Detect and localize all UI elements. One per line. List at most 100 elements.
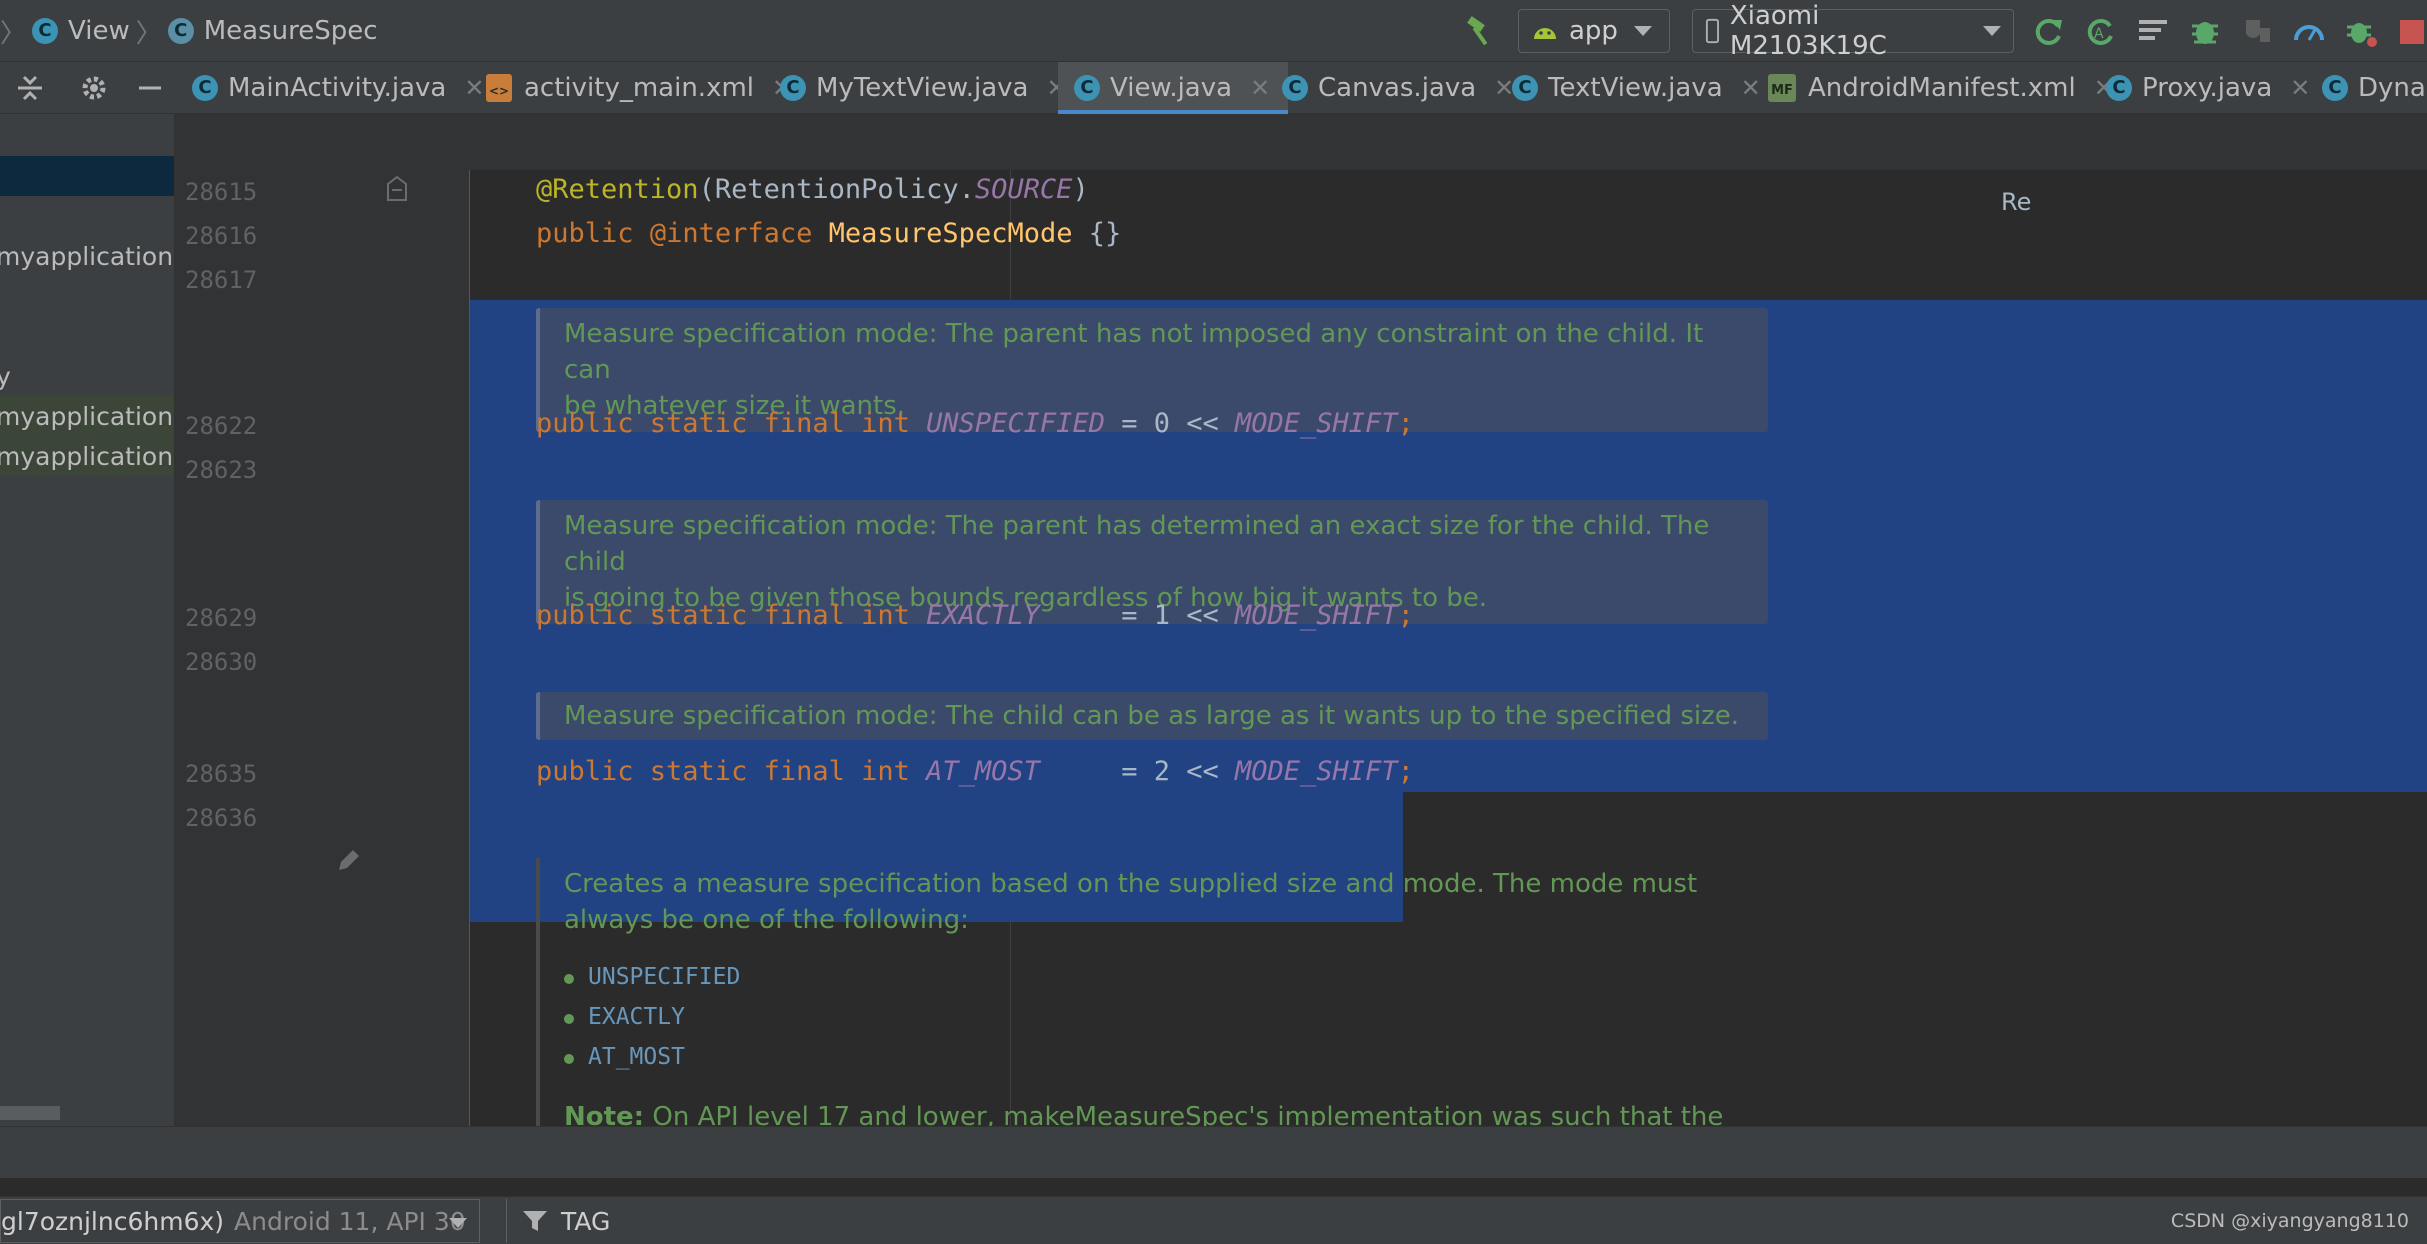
- tab-androidmanifest[interactable]: MF AndroidManifest.xml ✕: [1752, 62, 2134, 114]
- profiler-icon[interactable]: [2292, 14, 2326, 48]
- editor-tab-bar: C MainActivity.java ✕ <> activity_main.x…: [0, 62, 2427, 114]
- chevron-down-icon: [1633, 26, 1652, 36]
- run-config-select[interactable]: app: [1518, 9, 1670, 53]
- debug-restart-icon[interactable]: [2344, 14, 2378, 48]
- tab-label: Dynar: [2358, 73, 2427, 103]
- xml-file-icon: <>: [486, 74, 512, 102]
- code-line-atmost: public static final int AT_MOST = 2 << M…: [536, 756, 1414, 787]
- project-panel: myapplication y myapplication(a myapplic…: [0, 114, 175, 1126]
- bullet-item: UNSPECIFIED: [588, 964, 741, 990]
- bullet-dot: [564, 974, 574, 984]
- tab-canvas[interactable]: C Canvas.java ✕: [1266, 62, 1534, 114]
- gear-icon[interactable]: [80, 74, 108, 102]
- breadcrumb-view[interactable]: View: [68, 16, 130, 46]
- device-select[interactable]: Xiaomi M2103K19C: [1692, 1, 2014, 61]
- class-icon: C: [2106, 75, 2132, 101]
- tab-textview[interactable]: C TextView.java ✕: [1496, 62, 1781, 114]
- breadcrumb: 〉 C View 〉 C MeasureSpec: [0, 0, 378, 62]
- bullet-dot: [564, 1054, 574, 1064]
- minimize-icon[interactable]: [136, 74, 164, 102]
- tab-label: activity_main.xml: [524, 73, 755, 103]
- tab-proxy[interactable]: C Proxy.java ✕: [2090, 62, 2330, 114]
- line-number: 28630: [185, 648, 258, 676]
- line-number: 28617: [185, 266, 258, 294]
- bullet-item: EXACTLY: [588, 1004, 685, 1030]
- selected-row[interactable]: [0, 156, 174, 196]
- class-icon: C: [32, 18, 59, 44]
- line-number: 28615: [185, 178, 258, 206]
- tab-label: TextView.java: [1548, 73, 1723, 103]
- code-line-retention: @Retention(RetentionPolicy.SOURCE): [536, 174, 1089, 205]
- line-number: 28635: [185, 760, 258, 788]
- project-item[interactable]: myapplication(t: [0, 436, 174, 476]
- build-hammer-icon[interactable]: [1462, 14, 1496, 48]
- tab-label: MyTextView.java: [816, 73, 1029, 103]
- device-label: Xiaomi M2103K19C: [1729, 1, 1887, 61]
- class-icon: C: [192, 75, 218, 101]
- chevron-right-icon: 〉: [0, 18, 27, 49]
- bullet-dot: [564, 1014, 574, 1024]
- svg-text:A: A: [2094, 26, 2104, 42]
- run-config-label: app: [1569, 16, 1618, 46]
- reader-mode-button[interactable]: Re: [2001, 188, 2031, 216]
- code-line-exactly: public static final int EXACTLY = 1 << M…: [536, 600, 1414, 631]
- class-icon: C: [2322, 75, 2348, 101]
- navigation-bar: 〉 C View 〉 C MeasureSpec app Xiaomi M210…: [0, 0, 2427, 62]
- logcat-device-select[interactable]: gl7oznjlnc6hm6x) Android 11, API 30: [0, 1199, 480, 1243]
- tab-dynamic[interactable]: C Dynar: [2306, 62, 2427, 114]
- apply-code-changes-icon[interactable]: A: [2084, 14, 2118, 48]
- tab-view-java[interactable]: C View.java ✕: [1058, 62, 1289, 114]
- class-icon: C: [167, 18, 194, 44]
- collapse-all-icon[interactable]: [16, 74, 44, 102]
- chevron-down-icon: [1983, 26, 2001, 36]
- line-number-gutter: 28615 28616 28617 28622 28623 28629 2863…: [175, 170, 470, 1126]
- tab-mainactivity[interactable]: C MainActivity.java ✕: [178, 62, 504, 114]
- tab-label: Canvas.java: [1318, 73, 1477, 103]
- class-icon: C: [1074, 75, 1100, 101]
- breadcrumb-measurespec[interactable]: MeasureSpec: [204, 16, 378, 46]
- tab-mytextview[interactable]: C MyTextView.java ✕: [764, 62, 1087, 114]
- bullet-item: AT_MOST: [588, 1044, 685, 1070]
- tab-label: AndroidManifest.xml: [1808, 73, 2076, 103]
- edit-pencil-icon[interactable]: [335, 846, 363, 874]
- line-number: 28622: [185, 412, 258, 440]
- tab-label: MainActivity.java: [228, 73, 447, 103]
- project-item[interactable]: myapplication: [0, 236, 173, 276]
- class-icon: C: [1512, 75, 1538, 101]
- editor-toolbar: [175, 114, 2427, 170]
- phone-icon: [1705, 18, 1719, 44]
- project-item[interactable]: myapplication(a: [0, 396, 174, 436]
- chevron-right-icon: 〉: [135, 18, 162, 49]
- class-icon: C: [1282, 75, 1308, 101]
- watermark: CSDN @xiyangyang8110: [2170, 1210, 2409, 1232]
- class-icon: C: [780, 75, 806, 101]
- logcat-filter[interactable]: TAG: [506, 1199, 2366, 1243]
- javadoc-makemeasurespec: Creates a measure specification based on…: [536, 858, 1768, 1126]
- fold-marker-icon[interactable]: [385, 174, 409, 202]
- line-number: 28623: [185, 456, 258, 484]
- javadoc-atmost: Measure specification mode: The child ca…: [536, 692, 1768, 740]
- javadoc-note: Note: On API level 17 and lower, makeMea…: [564, 1102, 1724, 1126]
- tab-activity-main-xml[interactable]: <> activity_main.xml ✕: [470, 62, 812, 114]
- tool-window-bar: [0, 1126, 2427, 1178]
- chevron-down-icon: [449, 1218, 467, 1228]
- project-item[interactable]: y: [0, 356, 11, 396]
- filter-icon: [523, 1211, 547, 1231]
- tab-label: Proxy.java: [2142, 73, 2273, 103]
- stop-icon[interactable]: [2396, 14, 2427, 48]
- horizontal-scrollbar[interactable]: [0, 1106, 60, 1120]
- line-number: 28616: [185, 222, 258, 250]
- code-editor[interactable]: Re @Retention(RetentionPolicy.SOURCE) pu…: [470, 170, 2427, 1126]
- code-line-unspecified: public static final int UNSPECIFIED = 0 …: [536, 408, 1414, 439]
- android-icon: [1534, 28, 1556, 39]
- logcat-separator: [0, 1178, 2427, 1196]
- code-line-interface: public @interface MeasureSpecMode {}: [536, 218, 1122, 249]
- attach-debugger-icon[interactable]: [2240, 14, 2274, 48]
- tab-label: View.java: [1110, 73, 1233, 103]
- line-number: 28636: [185, 804, 258, 832]
- debug-bug-icon[interactable]: [2188, 14, 2222, 48]
- apply-changes-icon[interactable]: [2032, 14, 2066, 48]
- manifest-file-icon: MF: [1768, 74, 1796, 102]
- coverage-icon[interactable]: [2136, 14, 2170, 48]
- logcat-toolbar: gl7oznjlnc6hm6x) Android 11, API 30 TAG …: [0, 1196, 2427, 1244]
